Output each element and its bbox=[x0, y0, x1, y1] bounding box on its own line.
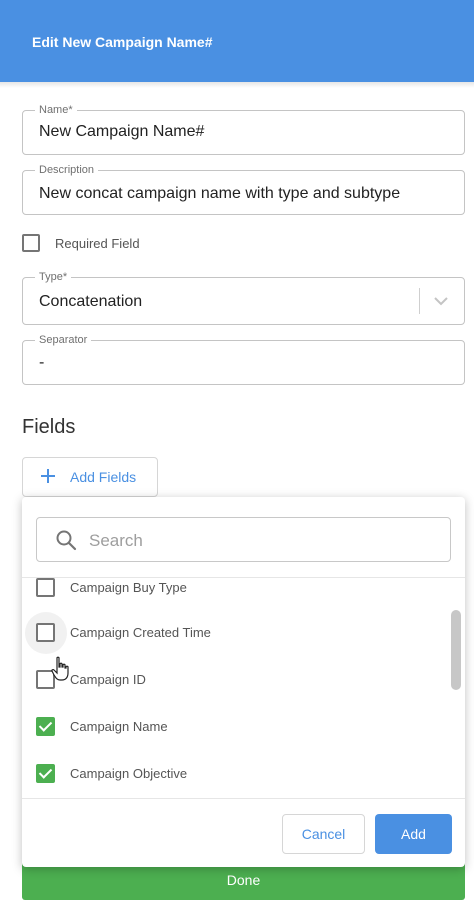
search-icon bbox=[56, 530, 77, 551]
search-placeholder: Search bbox=[89, 531, 143, 550]
type-select-label: Type* bbox=[35, 271, 72, 283]
description-field-value[interactable]: New concat campaign name with type and s… bbox=[39, 185, 400, 203]
name-field-value[interactable]: New Campaign Name# bbox=[39, 123, 204, 141]
item-checkbox[interactable] bbox=[36, 623, 55, 642]
list-item[interactable]: Campaign Created Time bbox=[36, 623, 211, 642]
done-label: Done bbox=[226, 872, 261, 888]
required-field-checkbox[interactable] bbox=[22, 234, 40, 252]
list-item[interactable]: Campaign Objective bbox=[36, 764, 187, 783]
field-picker-popup: Search Campaign Buy Type Campaign Create… bbox=[22, 497, 465, 867]
add-fields-button[interactable]: Add Fields bbox=[22, 457, 158, 497]
header-shadow bbox=[0, 82, 474, 88]
type-select-divider bbox=[419, 288, 420, 314]
required-field-toggle[interactable]: Required Field bbox=[22, 234, 140, 252]
chevron-down-icon[interactable] bbox=[432, 292, 450, 310]
item-label: Campaign ID bbox=[70, 672, 146, 687]
plus-icon bbox=[39, 467, 59, 488]
name-field[interactable]: Name* New Campaign Name# bbox=[22, 104, 465, 155]
fields-heading: Fields bbox=[22, 416, 76, 438]
description-field[interactable]: Description New concat campaign name wit… bbox=[22, 164, 465, 215]
type-select-value[interactable]: Concatenation bbox=[39, 293, 142, 311]
dialog-title: Edit New Campaign Name# bbox=[32, 34, 213, 50]
item-label: Campaign Objective bbox=[70, 766, 188, 781]
cancel-button[interactable]: Cancel bbox=[282, 814, 365, 854]
description-field-label: Description bbox=[35, 164, 99, 176]
item-checkbox[interactable] bbox=[36, 717, 55, 736]
list-item[interactable]: Campaign Buy Type bbox=[36, 578, 187, 597]
field-list[interactable]: Campaign Buy Type Campaign Created Time … bbox=[22, 578, 465, 798]
item-label: Campaign Buy Type bbox=[70, 580, 187, 595]
item-checkbox[interactable] bbox=[36, 764, 55, 783]
list-item[interactable]: Campaign Name bbox=[36, 717, 168, 736]
separator-field-value[interactable]: - bbox=[39, 354, 44, 372]
required-field-label: Required Field bbox=[55, 235, 140, 251]
item-label: Campaign Created Time bbox=[70, 625, 211, 640]
list-scrollbar[interactable] bbox=[451, 610, 461, 690]
separator-field-label: Separator bbox=[35, 334, 92, 346]
dialog-header: Edit New Campaign Name# bbox=[0, 0, 474, 82]
hand-cursor-icon bbox=[51, 656, 69, 681]
search-input[interactable]: Search bbox=[36, 517, 451, 562]
list-divider-bottom bbox=[22, 798, 465, 799]
name-field-label: Name* bbox=[35, 104, 77, 116]
add-fields-label: Add Fields bbox=[70, 469, 137, 485]
item-label: Campaign Name bbox=[70, 719, 168, 734]
type-select[interactable]: Type* Concatenation bbox=[22, 271, 465, 325]
item-checkbox[interactable] bbox=[36, 578, 55, 597]
separator-field[interactable]: Separator - bbox=[22, 334, 465, 385]
add-button[interactable]: Add bbox=[375, 814, 452, 854]
